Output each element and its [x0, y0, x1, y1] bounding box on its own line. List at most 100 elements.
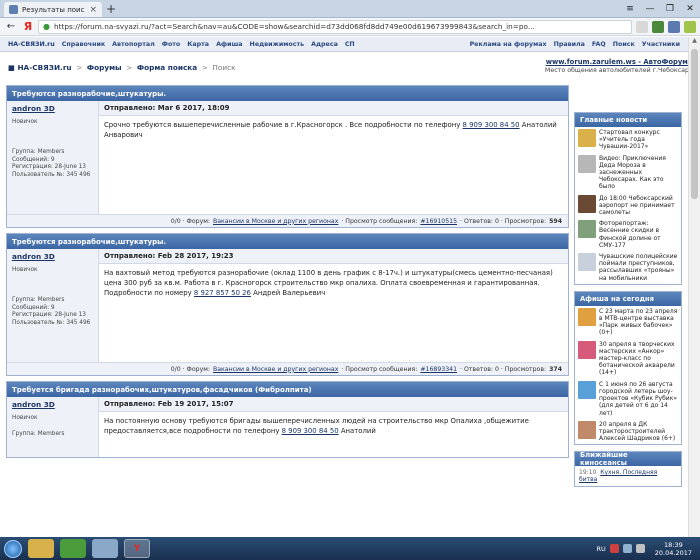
breadcrumb-search-form[interactable]: Форма поиска: [137, 63, 197, 72]
news-item[interactable]: Чувашские полицейские поймали преступник…: [575, 251, 681, 284]
afisha-box-title: Афиша на сегодня: [575, 291, 681, 306]
cinema-item[interactable]: 19:10 Кухня. Последняя битва: [575, 466, 681, 486]
afisha-thumbnail: [578, 380, 596, 399]
search-results: Требуются разнорабочие,штукатуры. andron…: [6, 85, 569, 463]
breadcrumb: ■ НА-СВЯЗИ.ru > Форумы > Форма поиска > …: [8, 63, 236, 72]
maximize-button[interactable]: ❐: [660, 0, 680, 17]
breadcrumb-current: Поиск: [212, 63, 236, 72]
result-post: Требуются разнорабочие,штукатуры. andron…: [6, 233, 569, 376]
partner-site-link[interactable]: www.forum.zarulem.ws - АвтоФорумы Место …: [545, 58, 694, 75]
author-stats: Группа: Members Сообщений: 9 Регистрация…: [12, 297, 91, 326]
new-tab-button[interactable]: +: [102, 0, 120, 17]
forum-link[interactable]: Вакансии в Москве и других регионах: [213, 218, 338, 225]
phone-link[interactable]: 8 909 300 84 50: [463, 121, 520, 129]
afisha-thumbnail: [578, 420, 596, 439]
nav-link-autoportal[interactable]: Автопортал: [112, 41, 155, 48]
nav-link-spravochnik[interactable]: Справочник: [62, 41, 105, 48]
nav-link-rules[interactable]: Правила: [554, 41, 585, 48]
start-button[interactable]: [4, 539, 22, 558]
nav-link-members[interactable]: Участники: [642, 41, 680, 48]
post-footer: 0/0 · Форум: Вакансии в Москве и других …: [7, 362, 568, 375]
nav-link-addresses[interactable]: Адреса: [311, 41, 338, 48]
news-item[interactable]: До 18:00 Чебоксарский аэропорт не приним…: [575, 193, 681, 219]
post-title[interactable]: Требуются разнорабочие,штукатуры.: [7, 86, 568, 101]
back-button[interactable]: ←: [4, 20, 18, 34]
menu-icon[interactable]: ≡: [620, 0, 640, 17]
tray-icon-antivirus[interactable]: [609, 544, 619, 553]
language-indicator[interactable]: RU: [597, 545, 606, 553]
tab-title: Результаты поиска: [22, 5, 85, 14]
tray-icon-network[interactable]: [622, 544, 632, 553]
nav-link-sp[interactable]: СП: [345, 41, 355, 48]
news-item[interactable]: Видео: Приключения Деда Мороза в заснеже…: [575, 153, 681, 193]
tray-icon-volume[interactable]: [635, 544, 645, 553]
message-link[interactable]: #16910515: [420, 218, 457, 225]
browser-tab[interactable]: Результаты поиска ×: [4, 2, 102, 17]
extension-icon-2[interactable]: [668, 20, 680, 33]
partner-site-url[interactable]: www.forum.zarulem.ws - АвтоФорумы: [546, 58, 694, 66]
post-title[interactable]: Требуются разнорабочие,штукатуры.: [7, 234, 568, 249]
nav-link-photo[interactable]: Фото: [162, 41, 181, 48]
vertical-scrollbar[interactable]: ▲: [688, 37, 700, 537]
cinema-box: Ближайшие киносеансы 19:10 Кухня. Послед…: [574, 451, 682, 488]
phone-link[interactable]: 8 927 857 50 26: [194, 289, 251, 297]
scroll-up-icon[interactable]: ▲: [689, 37, 700, 47]
post-author-panel: andron 3D Новичок Группа: Members: [7, 397, 99, 457]
author-link[interactable]: andron 3D: [12, 104, 93, 113]
afisha-item[interactable]: С 23 марта по 23 апреля в МТВ-центре выс…: [575, 306, 681, 339]
close-window-button[interactable]: ✕: [680, 0, 700, 17]
views-count: 374: [549, 365, 562, 373]
afisha-item[interactable]: 30 апреля в творческих мастерских «Анкор…: [575, 339, 681, 379]
result-post: Требуется бригада разнорабочих,штукатуро…: [6, 381, 569, 458]
message-link[interactable]: #16893341: [420, 366, 457, 373]
nav-link-map[interactable]: Карта: [187, 41, 209, 48]
post-date: Отправлено: Feb 19 2017, 15:07: [99, 397, 568, 412]
afisha-item[interactable]: 20 апреля в ДК тракторостроителей Алексе…: [575, 419, 681, 445]
result-post: Требуются разнорабочие,штукатуры. andron…: [6, 85, 569, 228]
views-count: 594: [549, 217, 562, 225]
news-item[interactable]: Фоторепортаж: Весенние скидки в Финской …: [575, 218, 681, 251]
post-body: Отправлено: Feb 28 2017, 19:23 На вахтов…: [99, 249, 568, 362]
yandex-logo-icon[interactable]: Я: [22, 20, 34, 33]
minimize-button[interactable]: —: [640, 0, 660, 17]
bookmark-icon[interactable]: [636, 20, 648, 33]
folder-icon[interactable]: [28, 539, 54, 558]
nav-link-realty[interactable]: Недвижимость: [250, 41, 305, 48]
phone-link[interactable]: 8 909 300 84 50: [282, 427, 339, 435]
partner-site-desc: Место общения автолюбителей г.Чебоксары: [544, 67, 694, 74]
nav-link-search[interactable]: Поиск: [613, 41, 635, 48]
post-body: Отправлено: Mar 6 2017, 18:09 Срочно тре…: [99, 101, 568, 214]
nav-link-ads[interactable]: Реклама на форумах: [470, 41, 547, 48]
site-brand-link[interactable]: НА-СВЯЗИ.ru: [8, 41, 55, 48]
post-author-panel: andron 3D Новичок Группа: Members Сообще…: [7, 101, 99, 214]
flower-app-icon[interactable]: [60, 539, 86, 558]
tab-close-icon[interactable]: ×: [89, 5, 97, 15]
nav-link-faq[interactable]: FAQ: [592, 41, 606, 48]
clock[interactable]: 18:39 20.04.2017: [651, 541, 696, 557]
afisha-item[interactable]: С 1 июня по 26 августа городской летерь …: [575, 379, 681, 419]
forum-link[interactable]: Вакансии в Москве и других регионах: [213, 366, 338, 373]
url-field[interactable]: ● https://forum.na-svyazi.ru/?act=Search…: [38, 19, 632, 34]
afisha-thumbnail: [578, 340, 596, 359]
author-link[interactable]: andron 3D: [12, 400, 93, 409]
breadcrumb-row: ■ НА-СВЯЗИ.ru > Форумы > Форма поиска > …: [8, 58, 694, 75]
site-favicon-icon: [9, 5, 18, 14]
breadcrumb-home[interactable]: НА-СВЯЗИ.ru: [17, 63, 71, 72]
yandex-browser-taskbar-button[interactable]: Y: [124, 539, 150, 558]
lock-icon: ●: [43, 22, 50, 31]
post-body: Отправлено: Feb 19 2017, 15:07 На постоя…: [99, 397, 568, 457]
download-icon[interactable]: [684, 20, 696, 33]
breadcrumb-icon: ■: [8, 63, 15, 72]
browser-titlebar: Результаты поиска × + ≡ — ❐ ✕: [0, 0, 700, 18]
author-link[interactable]: andron 3D: [12, 252, 93, 261]
news-box: Главные новости Стартовал конкурс «Учите…: [574, 112, 682, 285]
scrollbar-thumb[interactable]: [691, 49, 698, 199]
post-title[interactable]: Требуется бригада разнорабочих,штукатуро…: [7, 382, 568, 397]
cinema-box-title: Ближайшие киносеансы: [575, 451, 681, 467]
breadcrumb-forums[interactable]: Форумы: [87, 63, 122, 72]
nav-link-afisha[interactable]: Афиша: [216, 41, 242, 48]
document-app-icon[interactable]: [92, 539, 118, 558]
news-item[interactable]: Стартовал конкурс «Учитель года Чувашии-…: [575, 127, 681, 153]
news-thumbnail: [578, 253, 596, 272]
extension-icon[interactable]: [652, 20, 664, 33]
